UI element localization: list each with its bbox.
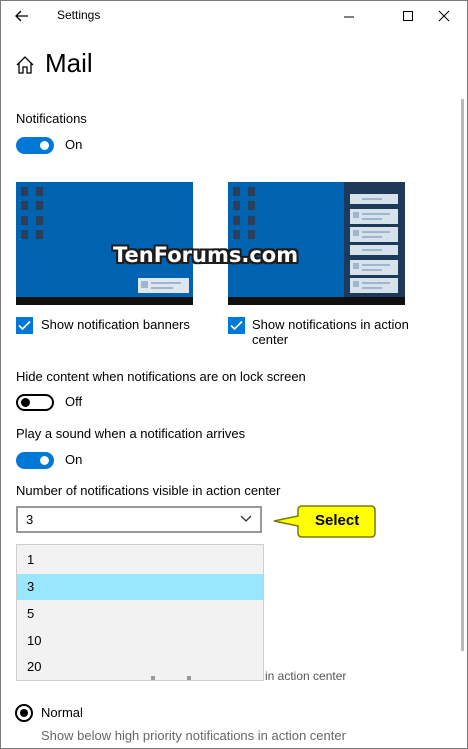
close-button[interactable] [421,1,467,31]
hidden-text-fragment [187,676,191,680]
scrollbar[interactable] [461,99,464,651]
hide-content-toggle-text: Off [65,394,83,409]
watermark: TenForums.com [113,243,299,267]
notifications-toggle[interactable] [16,137,54,154]
settings-window: Settings Mail Notifications On TenForums… [0,0,468,749]
chevron-down-icon [240,515,252,522]
option-3[interactable]: 3 [17,574,263,600]
sound-toggle[interactable] [16,452,54,469]
checkmark-icon [230,320,243,331]
visible-count-dropdown[interactable]: 3 [16,506,262,533]
priority-normal-label: Normal [41,705,83,720]
title-bar: Settings [1,1,467,32]
callout-text: Select [315,512,360,529]
page-title: Mail [45,48,93,78]
visible-count-label: Number of notifications visible in actio… [16,483,281,498]
taskbar [228,297,405,305]
show-in-action-center-label-line1: Show notifications in action [252,317,409,332]
notifications-toggle-text: On [65,137,83,152]
option-10[interactable]: 10 [17,628,263,654]
banner-card [138,278,189,293]
select-callout: Select [271,504,377,539]
show-banners-checkbox[interactable] [16,317,33,334]
show-in-action-center-label-line2: center [252,332,289,347]
show-banners-label: Show notification banners [41,317,190,332]
sound-toggle-text: On [65,452,83,467]
toggle-knob [21,398,30,407]
action-center-panel [344,182,405,297]
window-title: Settings [57,8,101,22]
taskbar [16,297,193,305]
visible-count-options: 1 3 5 10 20 [16,544,264,681]
option-5[interactable]: 5 [17,601,263,627]
option-20[interactable]: 20 [17,654,263,680]
show-in-action-center-checkbox[interactable] [228,317,245,334]
home-icon [16,56,34,74]
hide-content-label: Hide content when notifications are on l… [16,369,306,384]
hide-content-toggle[interactable] [16,394,54,411]
partially-hidden-text: in action center [265,669,347,683]
minimize-button[interactable] [326,1,372,31]
checkmark-icon [18,320,31,331]
close-icon [438,10,450,22]
back-button[interactable] [7,3,37,29]
back-arrow-icon [15,10,28,22]
priority-normal-radio[interactable] [15,704,33,722]
toggle-knob [40,456,49,465]
notifications-label: Notifications [16,111,87,126]
option-1[interactable]: 1 [17,547,263,573]
hidden-text-fragment [151,676,155,680]
maximize-icon [403,11,413,21]
priority-normal-description: Show below high priority notifications i… [41,728,346,743]
minimize-icon [344,16,354,18]
radio-dot [20,709,28,717]
sound-label: Play a sound when a notification arrives [16,426,246,441]
dropdown-value: 3 [26,512,34,527]
toggle-knob [40,141,49,150]
